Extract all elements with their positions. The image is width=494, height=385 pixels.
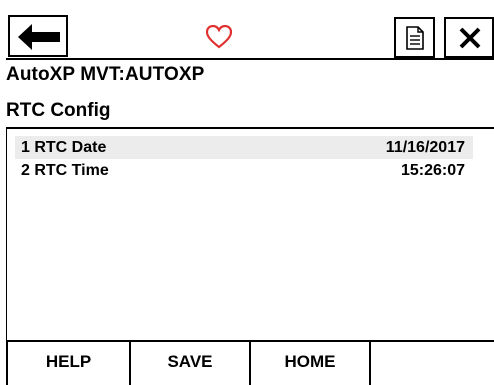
close-button[interactable]: [444, 17, 494, 58]
home-button[interactable]: HOME: [249, 342, 371, 385]
page-title: RTC Config: [6, 100, 111, 121]
softkey-bar: HELP SAVE HOME: [6, 340, 494, 385]
list-item-rtc-date[interactable]: 1 RTC Date 11/16/2017: [15, 136, 473, 159]
list-item-rtc-time[interactable]: 2 RTC Time 15:26:07: [15, 159, 473, 182]
list-item-label: 1 RTC Date: [21, 139, 107, 156]
back-button[interactable]: [8, 15, 68, 57]
list-item-value: 11/16/2017: [385, 139, 465, 156]
help-button[interactable]: HELP: [6, 342, 131, 385]
device-title: AutoXP MVT:AUTOXP: [6, 64, 205, 85]
list-item-value: 15:26:07: [400, 162, 465, 179]
document-icon: [406, 26, 424, 50]
device-screen: AutoXP MVT:AUTOXP RTC Config 1 RTC Date …: [0, 0, 494, 385]
toolbar: [6, 10, 494, 60]
save-button[interactable]: SAVE: [129, 342, 251, 385]
parameter-list: 1 RTC Date 11/16/2017 2 RTC Time 15:26:0…: [6, 127, 494, 342]
heart-icon: [206, 25, 232, 49]
document-button[interactable]: [394, 17, 435, 58]
list-item-label: 2 RTC Time: [21, 162, 109, 179]
close-icon: [459, 27, 481, 49]
empty-softkey: [369, 342, 494, 385]
arrow-left-icon: [18, 24, 60, 50]
